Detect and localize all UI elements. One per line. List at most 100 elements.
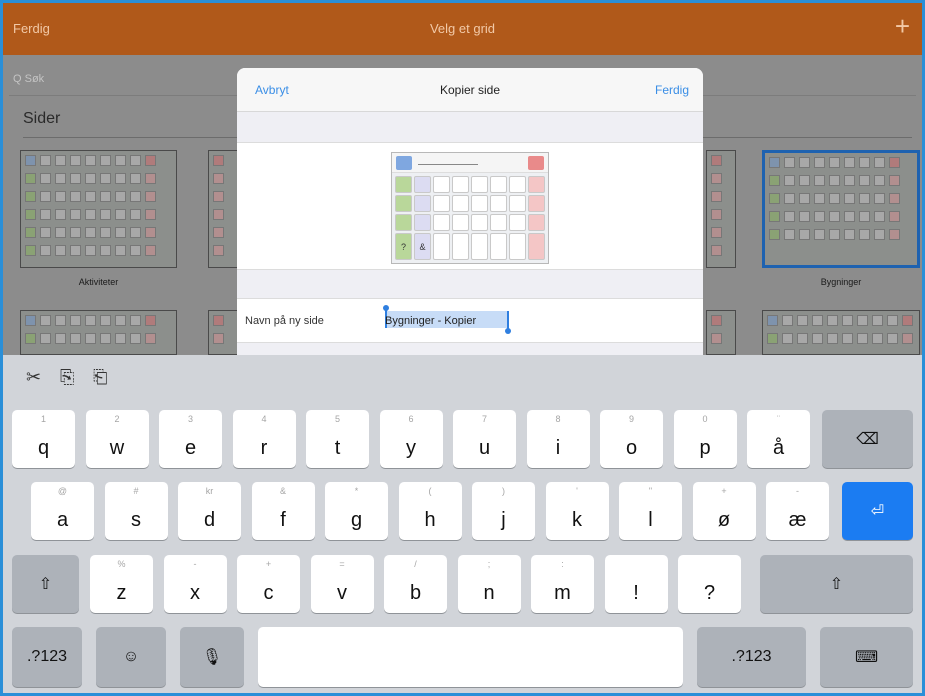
- thumbnail-cell: [130, 155, 141, 166]
- selection-handle-end-knob[interactable]: [505, 328, 511, 334]
- key-n[interactable]: ; n: [457, 555, 521, 613]
- preview-cell: &: [414, 233, 431, 260]
- key-label: p: [699, 437, 711, 459]
- thumbnail-cell: [100, 333, 111, 344]
- key-p[interactable]: 0p: [673, 410, 737, 468]
- search-field[interactable]: Q Søk: [13, 73, 44, 85]
- key-æ[interactable]: -æ: [766, 482, 829, 540]
- key-o[interactable]: 9o: [600, 410, 663, 468]
- key-hint: 1: [40, 414, 46, 424]
- thumbnail-cell: [797, 333, 808, 344]
- shift-key-right[interactable]: ⇧: [760, 555, 913, 613]
- preview-cell: [395, 195, 412, 212]
- key-label: y: [406, 437, 416, 459]
- key-j[interactable]: ) j: [472, 482, 535, 540]
- key-w[interactable]: 2w: [85, 410, 149, 468]
- grid-thumbnail[interactable]: [208, 310, 238, 355]
- key-ø[interactable]: + ø: [692, 482, 756, 540]
- key-e[interactable]: 3e: [159, 410, 222, 468]
- thumbnail-label: Aktiviteter: [78, 277, 119, 287]
- grid-thumbnail[interactable]: [20, 150, 177, 268]
- done-button[interactable]: Ferdig: [655, 83, 689, 97]
- thumbnail-cell: [130, 227, 141, 238]
- key-k[interactable]: ' k: [545, 482, 609, 540]
- key-f[interactable]: & f: [251, 482, 315, 540]
- key-u[interactable]: 7u: [453, 410, 516, 468]
- thumbnail-cell: [814, 229, 825, 240]
- thumbnail-cell: [40, 173, 51, 184]
- thumbnail-cell: [115, 245, 126, 256]
- preview-cell: [433, 214, 450, 231]
- key-t[interactable]: 5t: [306, 410, 369, 468]
- grid-thumbnail[interactable]: [706, 310, 736, 355]
- selection-handle-start-knob[interactable]: [383, 305, 389, 311]
- key-m[interactable]: :m: [531, 555, 594, 613]
- key-c[interactable]: + c: [237, 555, 300, 613]
- thumbnail-cell: [145, 155, 156, 166]
- grid-thumbnail-selected[interactable]: [762, 150, 920, 268]
- key-å[interactable]: ¨ å: [747, 410, 810, 468]
- numbers-key-left[interactable]: .?123: [12, 627, 82, 687]
- grid-thumbnail[interactable]: [208, 150, 238, 268]
- page-name-input[interactable]: [385, 312, 565, 330]
- key-d[interactable]: kr d: [178, 482, 241, 540]
- key-l[interactable]: " l: [619, 482, 682, 540]
- return-key[interactable]: ⏎: [842, 482, 913, 540]
- thumbnail-cell: [872, 333, 883, 344]
- key-hint: 8: [555, 414, 561, 424]
- thumbnail-cell: [844, 157, 855, 168]
- thumbnail-cell: [711, 155, 722, 166]
- thumbnail-cell: [814, 193, 825, 204]
- key-?[interactable]: ?: [678, 555, 741, 613]
- key-hint: ;: [487, 559, 491, 569]
- thumbnail-cell: [874, 229, 885, 240]
- thumbnail-cell: [130, 191, 141, 202]
- thumbnail-cell: [887, 333, 898, 344]
- grid-thumbnail[interactable]: [762, 310, 920, 355]
- dictation-key[interactable]: 🎙: [180, 627, 244, 687]
- key-y[interactable]: 6y: [379, 410, 443, 468]
- hide-keyboard-key[interactable]: ⌨: [820, 627, 913, 687]
- key-v[interactable]: = v: [310, 555, 374, 613]
- key-hint: +: [265, 559, 272, 569]
- grid-thumbnail[interactable]: [20, 310, 177, 355]
- key-label: s: [131, 509, 141, 531]
- key-label: c: [263, 582, 274, 604]
- key-z[interactable]: % z: [90, 555, 153, 613]
- copy-icon[interactable]: ⎘: [60, 367, 74, 388]
- key-i[interactable]: 8i: [526, 410, 590, 468]
- thumbnail-cell: [814, 211, 825, 222]
- key-g[interactable]: * g: [325, 482, 388, 540]
- thumbnail-cell: [874, 193, 885, 204]
- key-hint: #: [133, 486, 139, 496]
- key-s[interactable]: # s: [104, 482, 168, 540]
- numbers-key-right[interactable]: .?123: [697, 627, 806, 687]
- key-label: u: [478, 437, 491, 459]
- key-q[interactable]: 1q: [12, 410, 75, 468]
- key-h[interactable]: (h: [398, 482, 462, 540]
- key-b[interactable]: / b: [384, 555, 447, 613]
- key-hint: 9: [628, 414, 634, 424]
- key-hint: ': [576, 486, 578, 496]
- key-![interactable]: !: [604, 555, 668, 613]
- shift-key-left[interactable]: ⇧: [12, 555, 79, 613]
- preview-cell: [471, 214, 488, 231]
- key-a[interactable]: @ a: [31, 482, 94, 540]
- thumbnail-cell: [85, 227, 96, 238]
- thumbnail-cell: [213, 227, 224, 238]
- key-r[interactable]: 4r: [232, 410, 296, 468]
- space-key[interactable]: [258, 627, 683, 687]
- key-hint: -: [796, 486, 799, 496]
- backspace-key[interactable]: ⌫: [822, 410, 913, 468]
- key-hint: 3: [187, 414, 193, 424]
- paste-icon[interactable]: ⎗: [93, 367, 107, 388]
- cut-icon[interactable]: ✂: [26, 367, 41, 388]
- grid-thumbnail[interactable]: [706, 150, 736, 268]
- add-icon[interactable]: +: [895, 13, 910, 39]
- thumbnail-cell: [25, 173, 36, 184]
- emoji-key[interactable]: ☺: [96, 627, 166, 687]
- key-x[interactable]: -x: [163, 555, 227, 613]
- cancel-button[interactable]: Avbryt: [255, 83, 289, 97]
- thumbnail-cell: [145, 173, 156, 184]
- thumbnail-cell: [70, 191, 81, 202]
